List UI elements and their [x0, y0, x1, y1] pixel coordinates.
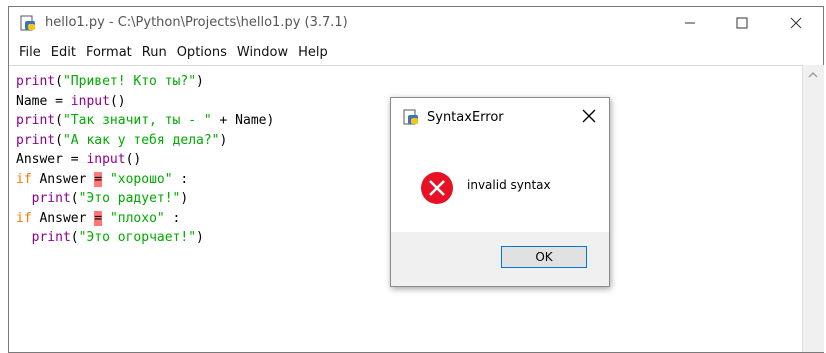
minimize-button[interactable]	[667, 7, 713, 39]
code-token: print	[31, 230, 71, 245]
code-token: ()	[125, 152, 142, 167]
code-token: ()	[109, 93, 126, 109]
code-token: Answer	[31, 171, 95, 187]
ok-button[interactable]: OK	[501, 246, 587, 268]
error-message: invalid syntax	[467, 178, 551, 192]
vertical-scrollbar[interactable]	[802, 65, 824, 352]
python-file-icon	[20, 15, 35, 31]
code-token: print	[16, 113, 56, 128]
menu-help[interactable]: Help	[298, 45, 328, 60]
code-token: )	[180, 191, 189, 206]
code-token: "Это огорчает!"	[78, 230, 197, 245]
code-token: "Привет! Кто ты?"	[62, 74, 197, 89]
menu-format[interactable]: Format	[86, 45, 132, 60]
code-line: print("Привет! Кто ты?")	[16, 72, 204, 91]
code-token: )	[196, 230, 204, 245]
menu-window[interactable]: Window	[237, 45, 288, 60]
code-token: )	[219, 132, 228, 148]
dialog-close-icon[interactable]	[581, 108, 597, 124]
code-token: print	[16, 74, 56, 89]
code-token: Answer	[31, 210, 95, 226]
code-token: print	[31, 191, 71, 206]
dialog-title: SyntaxError	[427, 110, 504, 125]
code-token: :	[164, 210, 181, 226]
menu-run[interactable]: Run	[142, 45, 167, 60]
error-icon	[421, 172, 453, 204]
code-line: print("Так значит, ты - " + Name)	[16, 111, 274, 130]
menu-options[interactable]: Options	[177, 45, 227, 60]
window-title: hello1.py - C:\Python\Projects\hello1.py…	[45, 15, 348, 30]
code-token: (	[55, 132, 63, 148]
code-token: (	[70, 191, 79, 206]
code-token: (	[55, 113, 63, 128]
code-line: print("Это огорчает!")	[16, 228, 204, 247]
code-line: if Answer = "хорошо" :	[16, 170, 188, 189]
code-token: :	[172, 171, 189, 187]
menu-file[interactable]: File	[19, 45, 41, 60]
dialog-footer: OK	[391, 232, 609, 286]
code-token: input	[70, 93, 110, 109]
code-token: "плохо"	[109, 210, 165, 226]
code-token: (	[70, 230, 79, 245]
syntax-error-highlight: =	[94, 210, 103, 226]
dialog-body: invalid syntax	[391, 134, 609, 232]
code-line: print("А как у тебя дела?")	[16, 131, 227, 150]
code-token: "Так значит, ты - "	[62, 113, 212, 128]
code-token: Name =	[16, 93, 71, 109]
syntax-error-highlight: =	[94, 171, 103, 187]
code-token: "А как у тебя дела?"	[62, 132, 220, 148]
title-bar[interactable]: hello1.py - C:\Python\Projects\hello1.py…	[9, 7, 823, 39]
menu-bar: File Edit Format Run Options Window Help	[9, 41, 823, 63]
maximize-icon	[736, 17, 748, 29]
code-token: Answer =	[16, 152, 87, 167]
code-line: Answer = input()	[16, 150, 141, 169]
minimize-icon	[685, 22, 695, 24]
code-token: )	[196, 74, 204, 89]
code-token: print	[16, 132, 56, 148]
scroll-up-arrow-icon[interactable]	[807, 71, 819, 79]
code-token: (	[55, 74, 63, 89]
code-token: "Это радует!"	[78, 191, 181, 206]
code-token: if	[16, 210, 32, 226]
python-icon	[403, 109, 418, 125]
menu-edit[interactable]: Edit	[51, 45, 76, 60]
syntax-error-dialog: SyntaxError invalid syntax OK	[390, 97, 610, 287]
close-icon	[790, 17, 802, 29]
code-token: "хорошо"	[109, 171, 173, 187]
code-line: Name = input()	[16, 92, 126, 111]
code-line: if Answer = "плохо" :	[16, 209, 180, 228]
maximize-button[interactable]	[719, 7, 765, 39]
code-line: print("Это радует!")	[16, 189, 189, 208]
code-token: if	[16, 171, 32, 187]
code-token: + Name)	[211, 113, 275, 128]
code-token: input	[86, 152, 126, 167]
close-window-button[interactable]	[773, 7, 819, 39]
